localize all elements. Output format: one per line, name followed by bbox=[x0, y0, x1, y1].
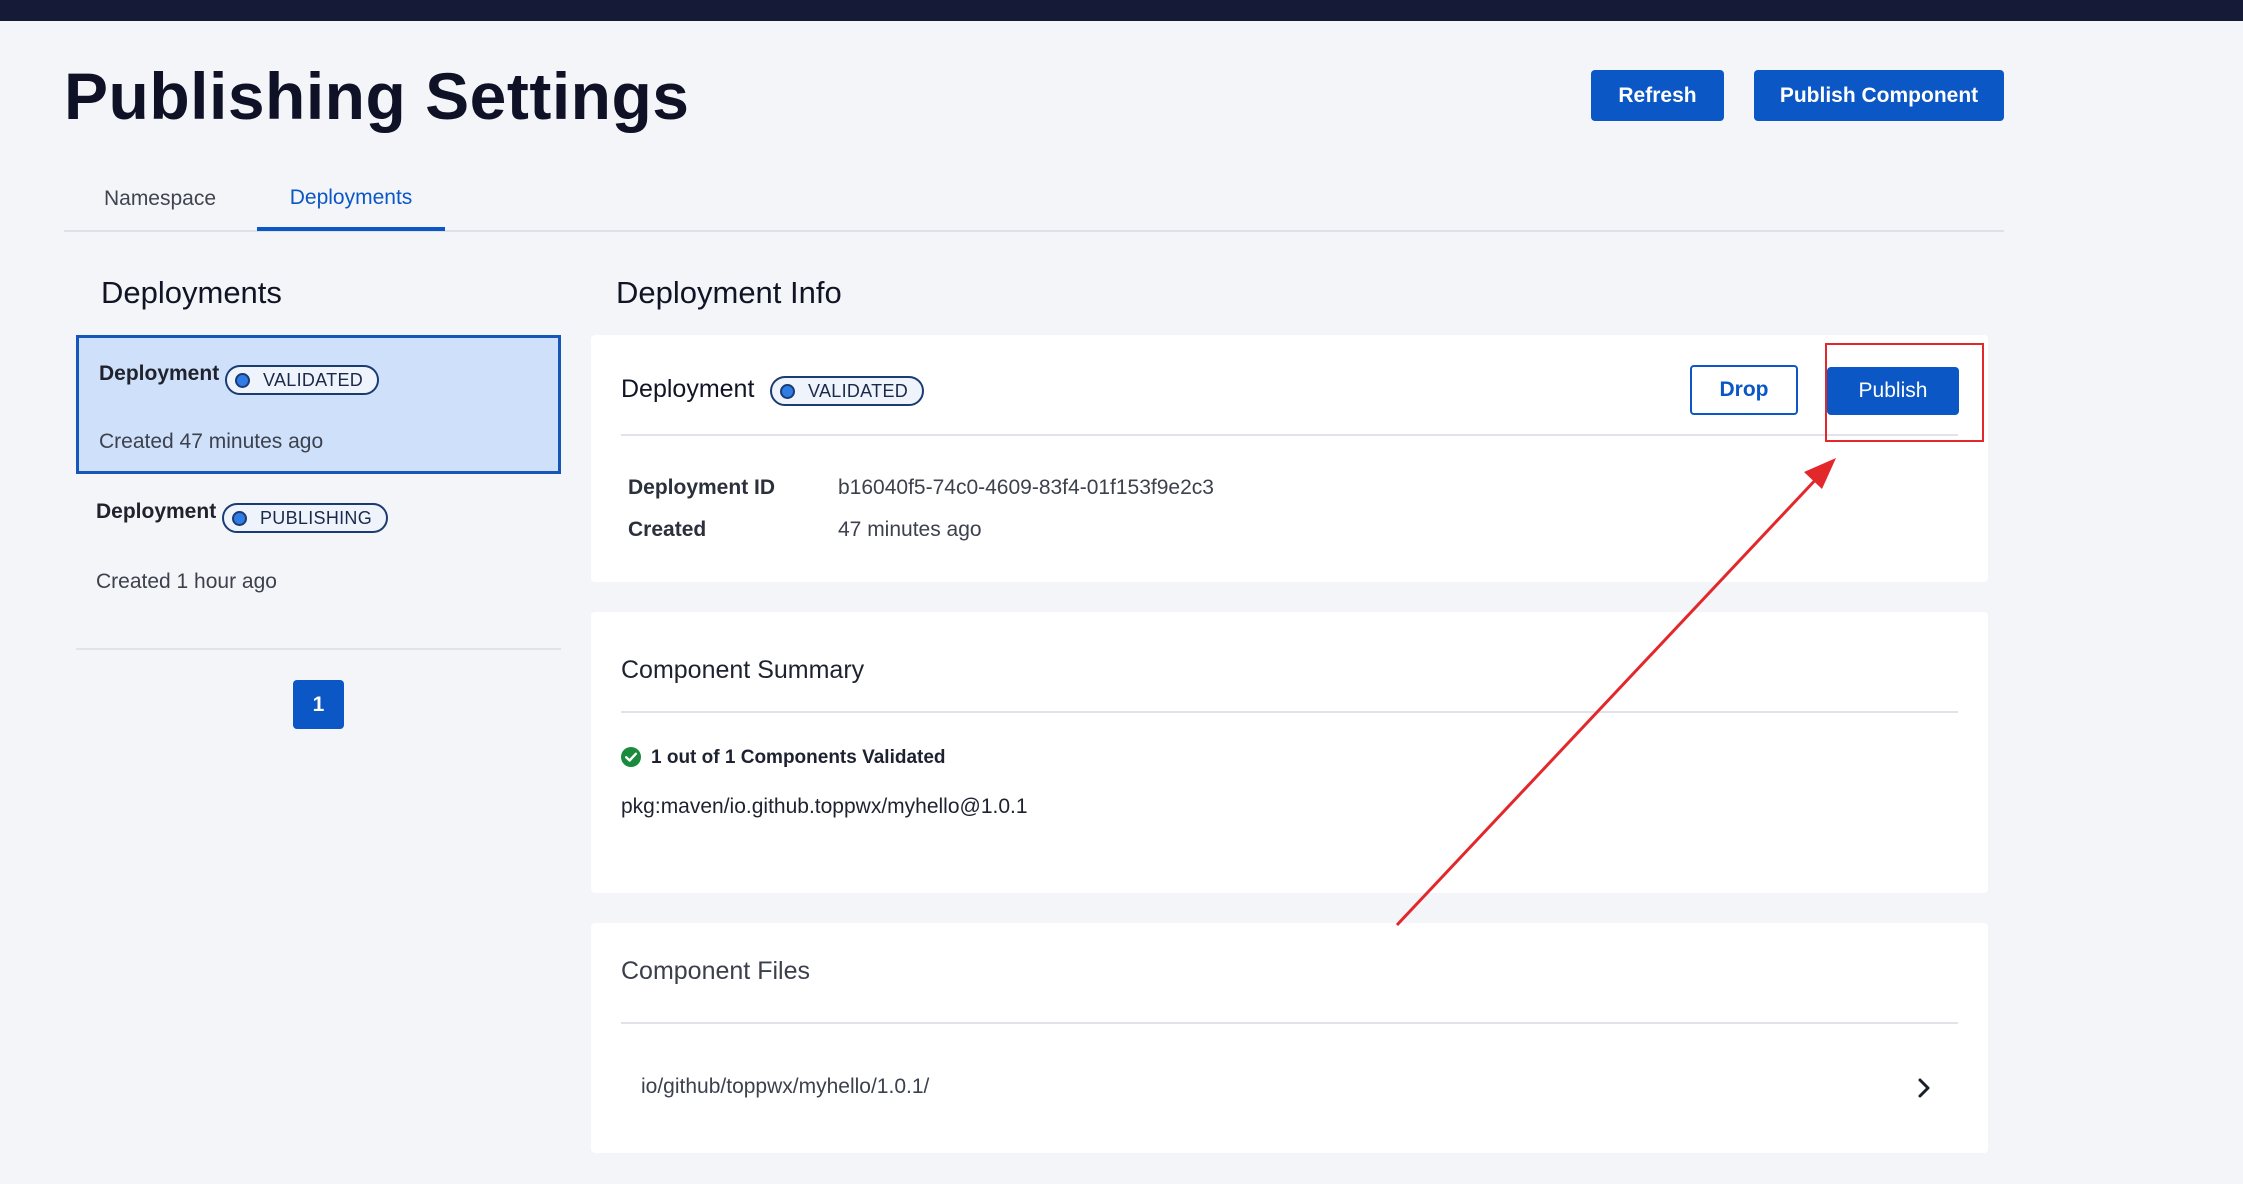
publish-component-button[interactable]: Publish Component bbox=[1754, 70, 2004, 121]
status-badge-label: PUBLISHING bbox=[260, 507, 373, 528]
status-dot-icon bbox=[235, 372, 250, 388]
refresh-button[interactable]: Refresh bbox=[1591, 70, 1724, 121]
tab-bar: Namespace Deployments bbox=[64, 168, 2004, 232]
card-divider bbox=[621, 434, 1958, 436]
created-label: Created bbox=[628, 518, 707, 541]
deployment-created: Created 47 minutes ago bbox=[99, 430, 324, 453]
status-badge-label: VALIDATED bbox=[808, 380, 909, 401]
deployments-heading: Deployments bbox=[101, 275, 282, 310]
created-value: 47 minutes ago bbox=[838, 518, 982, 541]
status-badge: PUBLISHING bbox=[222, 503, 389, 533]
deployment-name: Deployment bbox=[99, 362, 220, 385]
drop-button[interactable]: Drop bbox=[1690, 365, 1798, 415]
status-dot-icon bbox=[780, 383, 795, 399]
page-title: Publishing Settings bbox=[64, 59, 690, 133]
package-coordinate: pkg:maven/io.github.toppwx/myhello@1.0.1 bbox=[621, 795, 1028, 818]
component-files-card: Component Files io/github/toppwx/myhello… bbox=[591, 923, 1988, 1153]
pagination-page-button[interactable]: 1 bbox=[293, 680, 344, 729]
deployment-created: Created 1 hour ago bbox=[96, 570, 277, 593]
list-divider bbox=[76, 648, 561, 650]
deployment-id-label: Deployment ID bbox=[628, 476, 776, 499]
card-divider bbox=[621, 711, 1958, 713]
status-dot-icon bbox=[232, 510, 247, 526]
top-bar bbox=[0, 0, 2243, 21]
status-badge: VALIDATED bbox=[770, 376, 925, 406]
chevron-right-icon[interactable] bbox=[1910, 1074, 1938, 1102]
deployment-list-item[interactable]: Deployment PUBLISHING Created 1 hour ago bbox=[76, 478, 561, 617]
check-circle-icon bbox=[621, 747, 641, 767]
file-row[interactable]: io/github/toppwx/myhello/1.0.1/ bbox=[621, 1063, 1958, 1113]
file-path: io/github/toppwx/myhello/1.0.1/ bbox=[641, 1075, 930, 1098]
deployment-info-card: Deployment VALIDATED Drop Publish Deploy… bbox=[591, 335, 1988, 582]
deployment-title: Deployment bbox=[621, 375, 755, 403]
status-badge: VALIDATED bbox=[225, 365, 380, 395]
component-summary-card: Component Summary 1 out of 1 Components … bbox=[591, 612, 1988, 893]
deployment-name: Deployment bbox=[96, 500, 217, 523]
deployment-list-item[interactable]: Deployment VALIDATED Created 47 minutes … bbox=[76, 335, 561, 474]
component-summary-title: Component Summary bbox=[621, 656, 865, 684]
deployment-info-heading: Deployment Info bbox=[616, 275, 842, 310]
component-files-title: Component Files bbox=[621, 957, 810, 985]
tab-namespace[interactable]: Namespace bbox=[64, 168, 256, 230]
annotation-highlight-box bbox=[1825, 343, 1984, 442]
status-badge-label: VALIDATED bbox=[263, 369, 364, 390]
tab-deployments[interactable]: Deployments bbox=[257, 168, 445, 231]
deployment-id-value: b16040f5-74c0-4609-83f4-01f153f9e2c3 bbox=[838, 476, 1214, 499]
validation-status: 1 out of 1 Components Validated bbox=[651, 747, 946, 768]
card-divider bbox=[621, 1022, 1958, 1024]
